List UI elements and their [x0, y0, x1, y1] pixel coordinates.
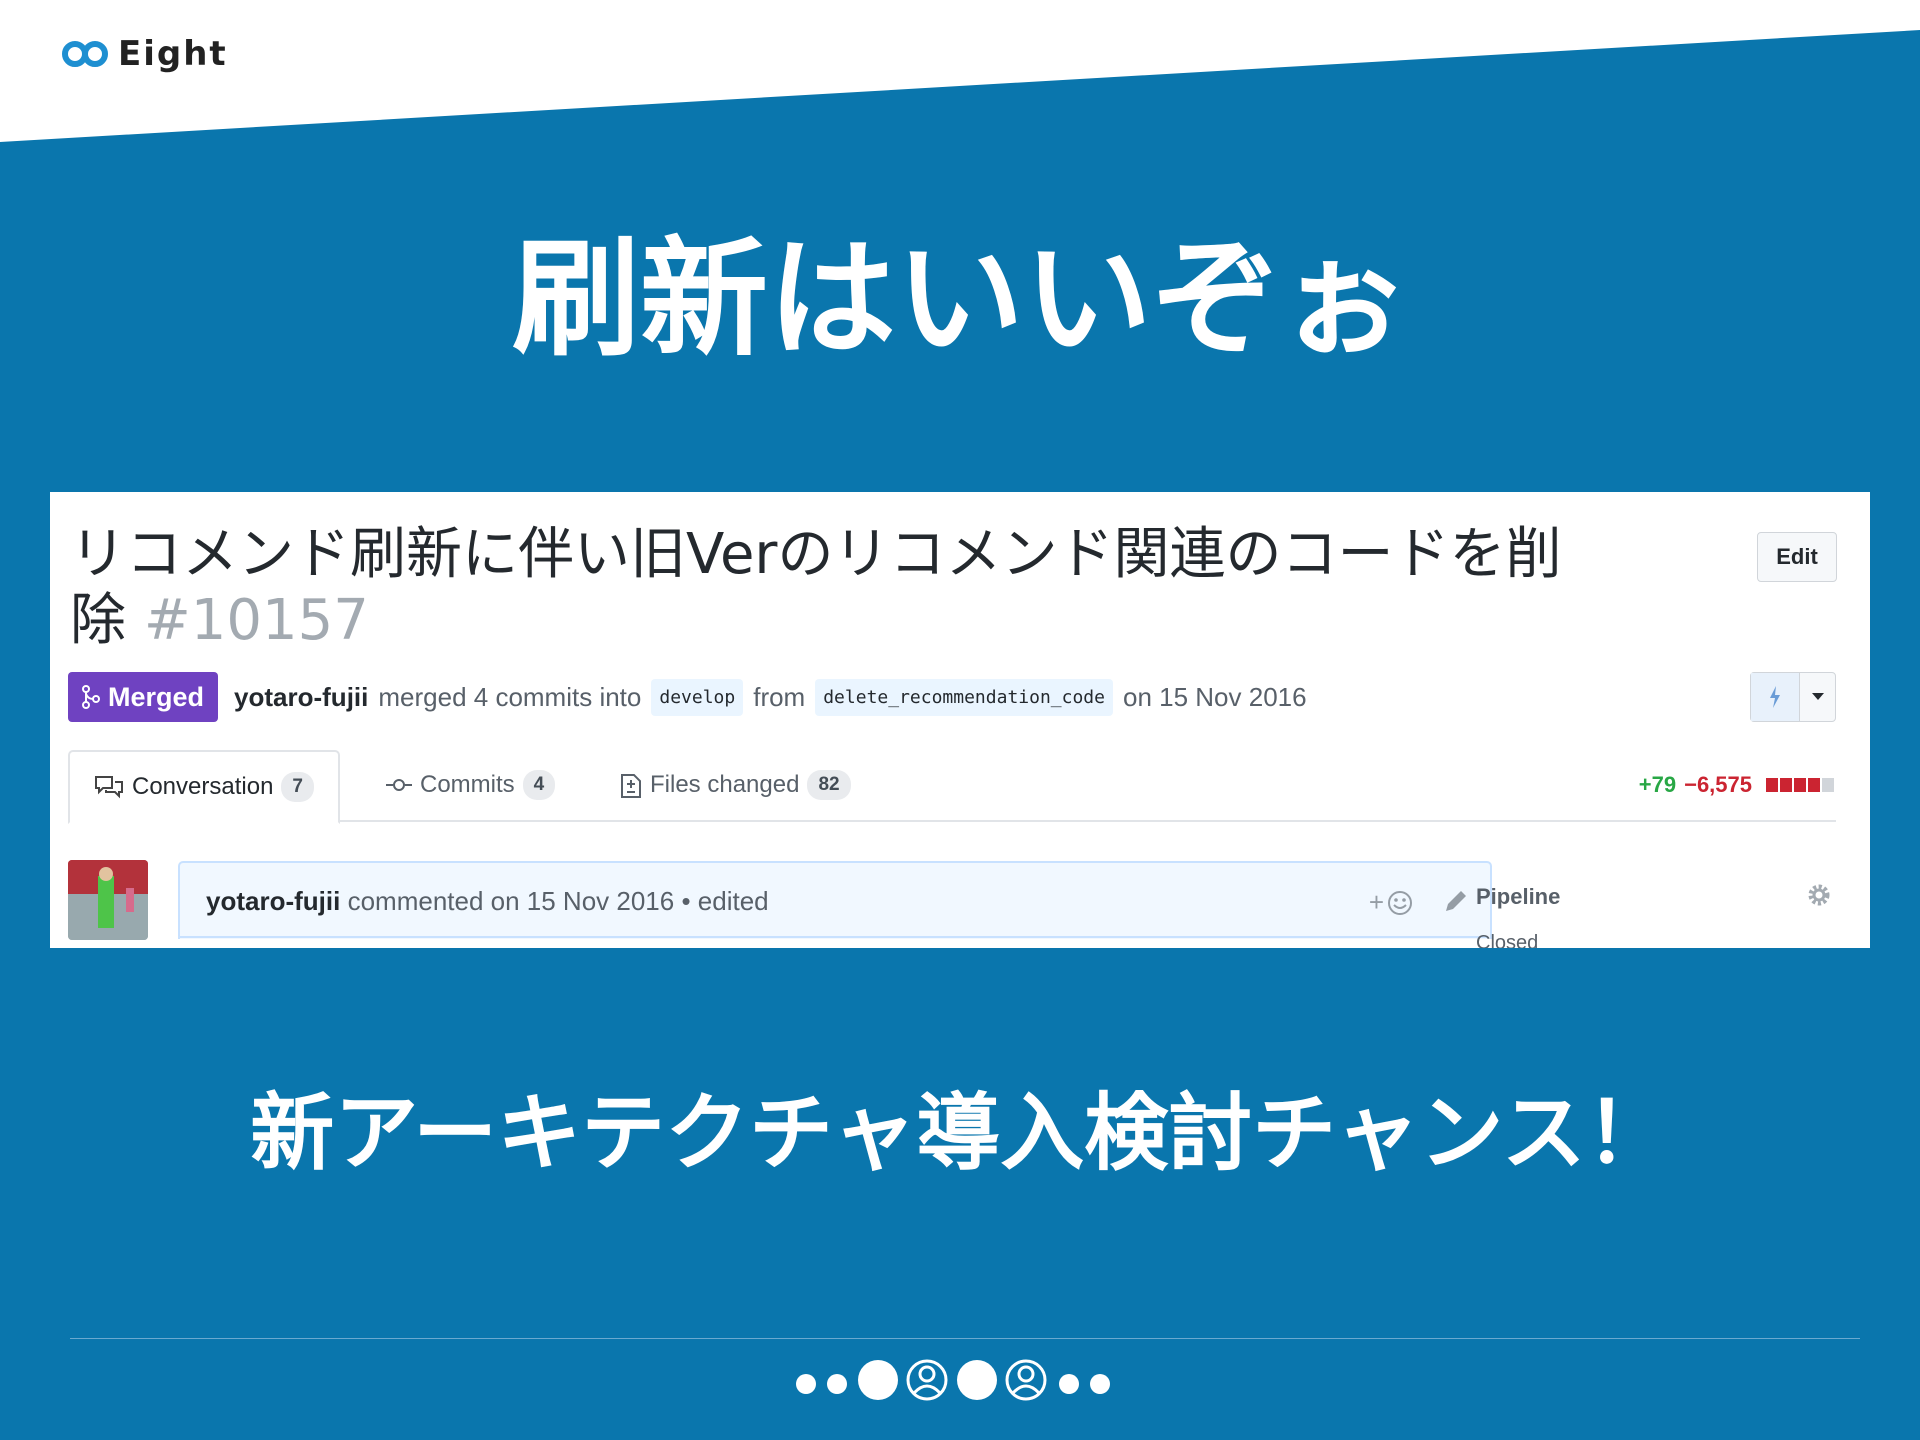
diffstat-blocks: [1766, 778, 1834, 792]
diffstat: +79 −6,575: [1639, 772, 1834, 798]
footer-divider: [70, 1338, 1860, 1339]
base-branch[interactable]: develop: [651, 678, 744, 716]
footer-decoration: [796, 1359, 1110, 1401]
pr-number: #10157: [143, 588, 369, 653]
tab-commits-count: 4: [522, 770, 556, 800]
pr-meta: Merged yotaro-fujii merged 4 commits int…: [68, 672, 1307, 722]
sidebar-pipeline-value: Closed: [1476, 932, 1539, 948]
avatar[interactable]: [68, 860, 148, 940]
merged-text: merged 4 commits into: [378, 681, 642, 712]
pr-tabs: Conversation 7 Commits 4 Files changed 8…: [68, 750, 1836, 824]
merge-date: on 15 Nov 2016: [1122, 681, 1307, 712]
add-reaction-button[interactable]: +: [1369, 887, 1414, 918]
merged-label: Merged: [108, 681, 205, 712]
pr-screenshot-panel: リコメンド刷新に伴い旧Verのリコメンド関連のコードを削除 #10157 Edi…: [50, 492, 1870, 948]
tab-commits[interactable]: Commits 4: [386, 750, 556, 820]
tab-conversation[interactable]: Conversation 7: [68, 750, 340, 824]
eight-logo: Eight: [62, 34, 228, 74]
brand-name: Eight: [118, 34, 228, 74]
pr-title: リコメンド刷新に伴い旧Verのリコメンド関連のコードを削除 #10157: [70, 522, 1570, 654]
person-icon: [1005, 1359, 1047, 1401]
additions-count: +79: [1638, 772, 1677, 797]
tab-files-changed[interactable]: Files changed 82: [620, 750, 851, 820]
deletions-count: −6,575: [1684, 772, 1752, 797]
comment-author-link[interactable]: yotaro-fujii: [206, 886, 340, 916]
tab-files-changed-label: Files changed: [650, 771, 800, 798]
head-branch[interactable]: delete_recommendation_code: [815, 678, 1113, 716]
comment-border: [178, 936, 1488, 938]
tab-files-changed-count: 82: [807, 770, 851, 800]
tab-commits-label: Commits: [420, 771, 515, 798]
pr-author-link[interactable]: yotaro-fujii: [234, 682, 368, 713]
tab-conversation-label: Conversation: [132, 773, 274, 800]
pencil-icon[interactable]: [1442, 887, 1470, 915]
sidebar-pipeline-title: Pipeline: [1476, 884, 1561, 909]
git-merge-icon: [82, 685, 100, 709]
merged-badge: Merged: [68, 672, 219, 722]
git-commit-icon: [386, 779, 412, 791]
reaction-plus: +: [1368, 887, 1384, 917]
slide-headline: 刷新はいいぞぉ: [511, 225, 1408, 374]
from-text: from: [753, 681, 806, 712]
gear-icon[interactable]: [1806, 882, 1832, 908]
diff-icon: [621, 774, 641, 798]
comment-meta: commented on 15 Nov 2016 • edited: [347, 885, 769, 916]
tab-conversation-count: 7: [281, 772, 314, 802]
chevron-down-icon[interactable]: [1800, 673, 1835, 721]
slide-subline: 新アーキテクチャ導入検討チャンス！: [250, 1084, 1670, 1182]
edit-button[interactable]: Edit: [1757, 532, 1837, 582]
comment-discussion-icon: [95, 776, 123, 799]
avatar-photo: [68, 860, 148, 940]
smiley-icon: [1388, 890, 1412, 915]
comment-header: yotaro-fujii commented on 15 Nov 2016 • …: [178, 861, 1492, 939]
clone-dropdown[interactable]: [1750, 672, 1836, 722]
lightning-icon[interactable]: [1751, 673, 1800, 721]
infinity-logo-icon: [62, 41, 108, 67]
person-icon: [906, 1359, 948, 1401]
header-banner: [0, 0, 1920, 142]
